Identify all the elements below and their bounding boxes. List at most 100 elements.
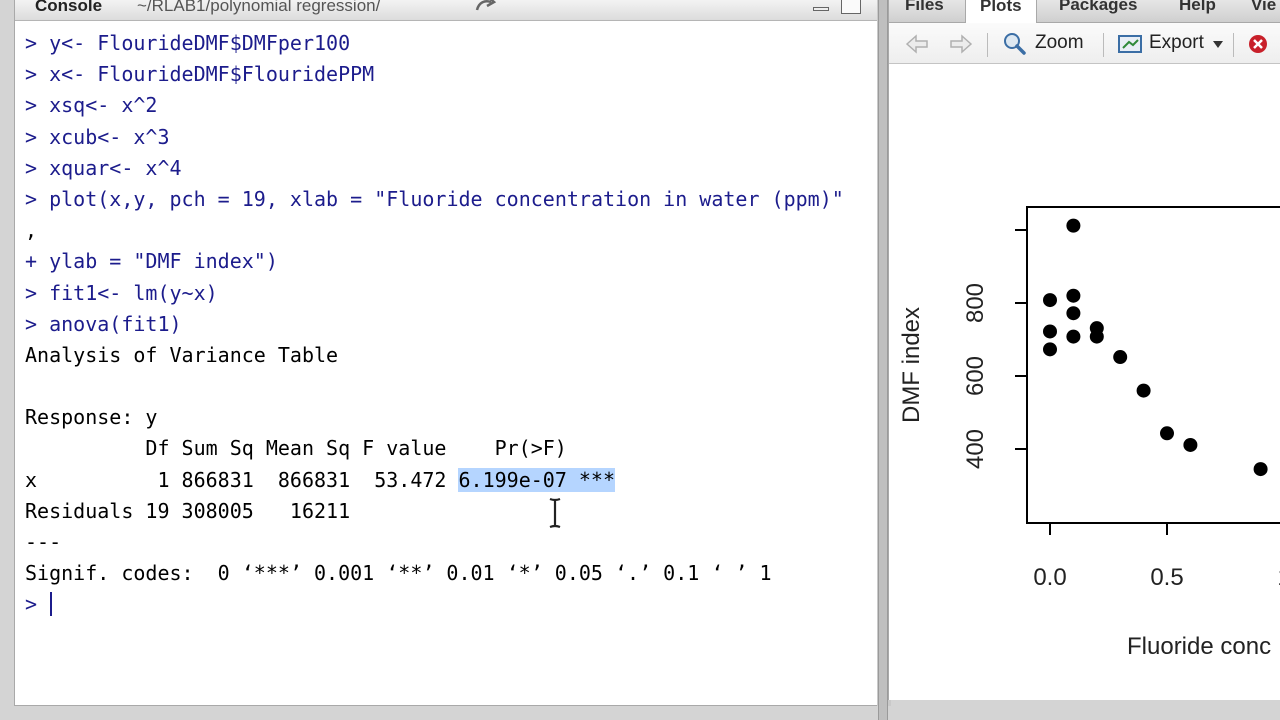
data-point: [1253, 462, 1268, 477]
console-line-text: xquar<- x^4: [49, 155, 182, 180]
console-line-text: x<- FlourideDMF$FlouridePPM: [49, 62, 375, 87]
console-output[interactable]: > y<- FlourideDMF$DMFper100 > x<- Flourid…: [25, 28, 875, 621]
console-line: > y<- FlourideDMF$DMFper100: [25, 28, 875, 59]
console-line: > plot(x,y, pch = 19, xlab = "Fluoride c…: [25, 184, 875, 215]
y-tick-label: 600: [962, 356, 989, 396]
console-line: ,: [25, 215, 875, 246]
console-prompt: +: [25, 249, 50, 274]
console-line-text: x 1 866831 866831 53.472: [25, 467, 459, 492]
console-prompt: >: [25, 592, 50, 617]
data-point: [1136, 383, 1151, 398]
y-axis-label: DMF index: [898, 307, 925, 423]
x-tick-label: 0.0: [1033, 564, 1066, 591]
tab-packages[interactable]: Packages: [1059, 0, 1137, 22]
x-tick-label: 0.5: [1150, 564, 1183, 591]
x-axis-label: Fluoride conc: [1127, 633, 1271, 660]
zoom-button[interactable]: Zoom: [1035, 32, 1084, 54]
data-point: [1043, 342, 1057, 357]
console-line-text: xsq<- x^2: [49, 93, 158, 118]
data-point: [1066, 288, 1081, 303]
tab-help[interactable]: Help: [1179, 0, 1216, 22]
console-line: Residuals 19 308005 16211: [25, 496, 875, 527]
chevron-down-icon[interactable]: [1213, 41, 1223, 49]
tab-viewer[interactable]: Vie: [1251, 0, 1276, 22]
console-line-text: y<- FlourideDMF$DMFper100: [49, 31, 351, 55]
go-to-directory-icon[interactable]: [471, 0, 499, 16]
remove-plot-icon[interactable]: [1247, 33, 1269, 55]
data-point: [1160, 426, 1174, 441]
selected-text[interactable]: 6.199e-07 ***: [458, 467, 616, 492]
scatter-plot: 4006008000.00.51DMF indexFluoride conc: [898, 206, 1280, 660]
console-line: ---: [25, 527, 875, 558]
tab-bar: Files Plots Packages Help Vie: [889, 0, 1280, 23]
tab-plots[interactable]: Plots: [965, 0, 1037, 23]
console-line-text: fit1<- lm(y~x): [49, 280, 218, 305]
data-point: [1043, 324, 1057, 339]
plot-area: 4006008000.00.51DMF indexFluoride conc: [889, 64, 1280, 700]
console-line-text: plot(x,y, pch = 19, xlab = "Fluoride con…: [49, 186, 844, 211]
console-prompt: >: [25, 186, 50, 211]
y-tick-label: 800: [962, 283, 989, 323]
data-point: [1089, 329, 1104, 344]
console-line-text: anova(fit1): [49, 311, 182, 336]
export-icon[interactable]: [1117, 33, 1143, 55]
console-line: > anova(fit1): [25, 309, 875, 340]
plots-pane: Files Plots Packages Help Vie Zoom Expor…: [888, 0, 1280, 700]
console-prompt: >: [25, 62, 50, 87]
console-line: Signif. codes: 0 ‘***’ 0.001 ‘**’ 0.01 ‘…: [25, 558, 875, 589]
console-line-text: ylab = "DMF index"): [49, 249, 278, 274]
console-line: >: [25, 589, 875, 620]
y-tick-label: 400: [962, 429, 989, 469]
console-line: Df Sum Sq Mean Sq F value Pr(>F): [25, 433, 875, 464]
console-line: > xquar<- x^4: [25, 153, 875, 184]
console-line-text: ---: [25, 530, 62, 554]
console-line: > x<- FlourideDMF$FlouridePPM: [25, 59, 875, 90]
console-line: Response: y: [25, 402, 875, 433]
data-point: [1183, 437, 1198, 452]
console-prompt: >: [25, 124, 50, 149]
console-line-text: Signif. codes: 0 ‘***’ 0.001 ‘**’ 0.01 ‘…: [25, 561, 772, 586]
console-prompt: >: [25, 280, 50, 305]
maximize-pane-button[interactable]: [841, 0, 861, 14]
console-title: Console: [35, 0, 103, 15]
toolbar-divider: [987, 33, 988, 57]
data-point: [1066, 218, 1081, 233]
data-point: [1113, 350, 1128, 365]
zoom-icon[interactable]: [1001, 31, 1027, 57]
minimize-pane-button[interactable]: [811, 0, 831, 14]
console-prompt: >: [25, 31, 50, 55]
console-line-text: Analysis of Variance Table: [25, 342, 339, 367]
next-plot-icon[interactable]: [947, 33, 975, 55]
toolbar-divider: [1233, 33, 1234, 57]
console-line: x 1 866831 866831 53.472 6.199e-07 ***: [25, 465, 875, 496]
data-point: [1066, 306, 1081, 321]
plots-toolbar: Zoom Export: [889, 23, 1280, 64]
text-cursor-icon: [549, 497, 561, 529]
data-point: [1066, 329, 1081, 344]
previous-plot-icon[interactable]: [903, 33, 931, 55]
console-working-directory[interactable]: ~/RLAB1/polynomial regression/: [137, 0, 380, 16]
console-line-text: ,: [25, 218, 38, 243]
pane-splitter[interactable]: [878, 0, 888, 720]
tab-files[interactable]: Files: [905, 0, 944, 22]
export-button[interactable]: Export: [1149, 32, 1204, 54]
plot-frame: [1026, 206, 1280, 524]
console-line: Analysis of Variance Table: [25, 340, 875, 371]
console-prompt: >: [25, 93, 50, 118]
console-line-text: Df Sum Sq Mean Sq F value Pr(>F): [25, 436, 567, 461]
console-line: + ylab = "DMF index"): [25, 246, 875, 277]
console-prompt: >: [25, 311, 50, 336]
console-header: Console ~/RLAB1/polynomial regression/: [15, 0, 877, 21]
console-line: > xsq<- x^2: [25, 90, 875, 121]
input-caret: [50, 592, 53, 617]
console-line-text: Response: y: [25, 405, 158, 430]
data-point: [1043, 293, 1057, 308]
console-pane: Console ~/RLAB1/polynomial regression/ >…: [14, 0, 891, 706]
toolbar-divider: [1103, 33, 1104, 57]
console-prompt: >: [25, 155, 50, 180]
console-line-text: xcub<- x^3: [49, 124, 170, 149]
console-line-text: Residuals 19 308005 16211: [25, 498, 351, 523]
console-line: > xcub<- x^3: [25, 122, 875, 153]
console-line: > fit1<- lm(y~x): [25, 278, 875, 309]
